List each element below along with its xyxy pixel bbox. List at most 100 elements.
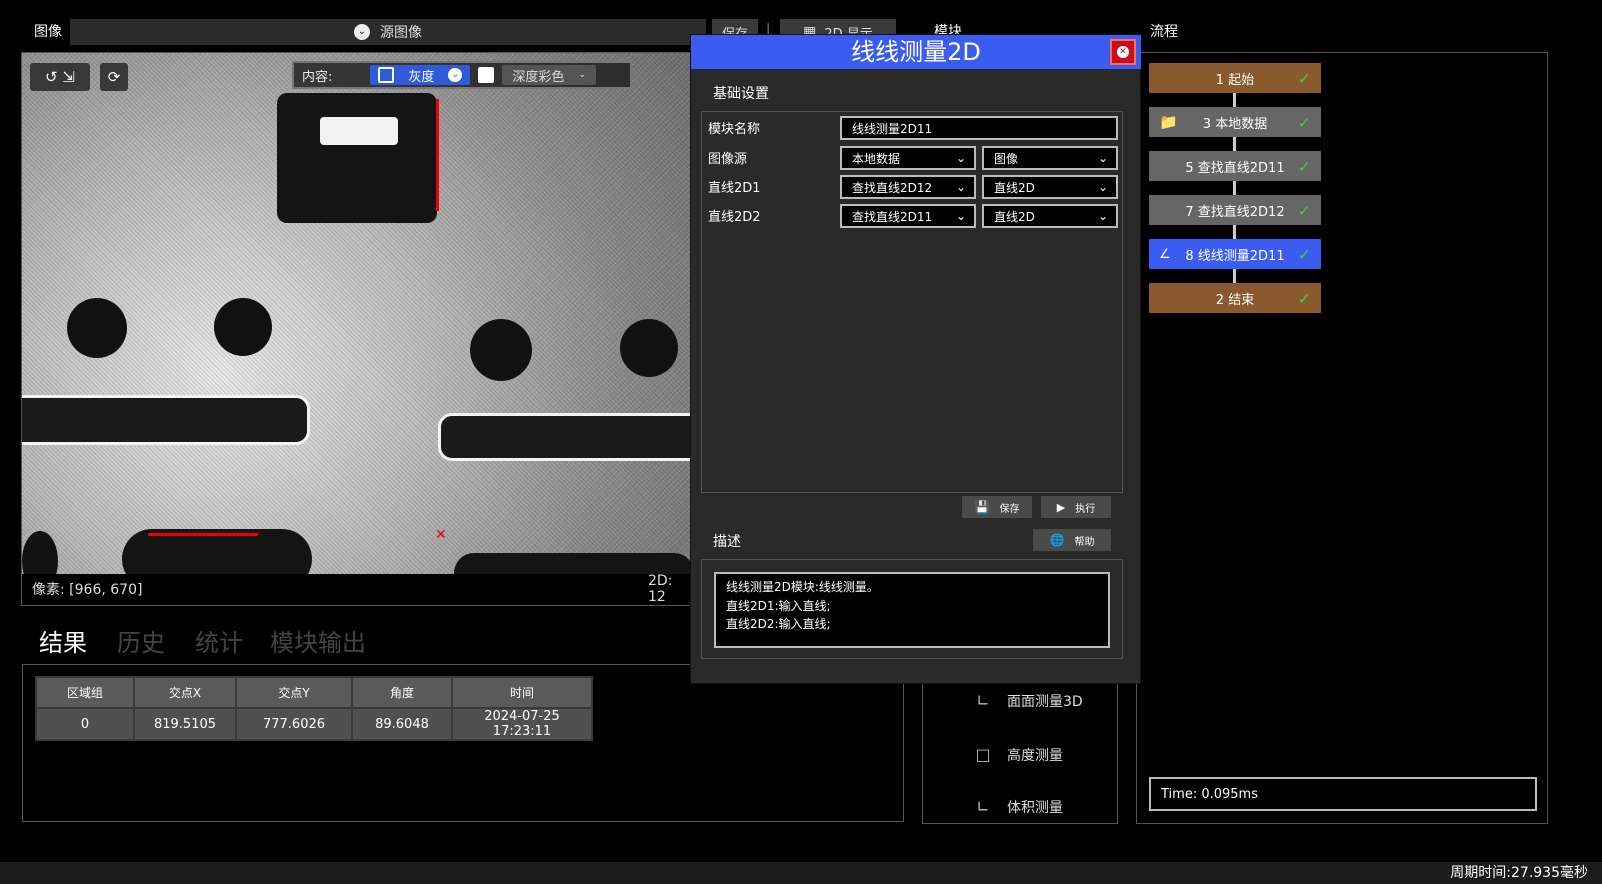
module-item[interactable]: ∟ 面面测量3D <box>973 691 1083 711</box>
module-name-input[interactable]: 线线测量2D11 <box>840 116 1118 140</box>
viewport-info-bar: 像素: [966, 670] 2D: 12 <box>22 573 692 605</box>
table-cell: 0 <box>35 707 135 741</box>
folder-icon: 📁 <box>1159 113 1178 131</box>
line2-output-select[interactable]: 直线2D ⌄ <box>982 204 1118 228</box>
depth-color-checkbox[interactable] <box>478 67 495 83</box>
check-icon: ✓ <box>1297 244 1311 264</box>
inspection-image: ✕ <box>22 53 704 593</box>
results-panel: 区域组 交点X 交点Y 角度 时间 0 819.5105 777.6026 89… <box>22 664 904 822</box>
results-table: 区域组 交点X 交点Y 角度 时间 0 819.5105 777.6026 89… <box>35 676 593 741</box>
line2-label: 直线2D2 <box>708 210 761 225</box>
select-value: 查找直线2D11 <box>852 209 933 224</box>
description-box: 线线测量2D模块:线线测量。 直线2D1:输入直线; 直线2D2:输入直线; <box>701 559 1123 659</box>
refresh-icon[interactable]: ⟳ <box>100 63 128 91</box>
settings-form: 模块名称 线线测量2D11 图像源 本地数据 ⌄ 图像 ⌄ 直线2D1 查找直线… <box>701 111 1123 493</box>
intersection-marker-icon: ✕ <box>435 527 447 543</box>
description-line: 线线测量2D模块:线线测量。 <box>726 580 879 594</box>
check-icon: ✓ <box>1297 68 1311 88</box>
module-label: 体积测量 <box>1007 800 1063 816</box>
execute-label: 执行 <box>1075 503 1096 515</box>
pixel-readout: 像素: [966, 670] <box>32 582 143 598</box>
flow-node-end[interactable]: 2 结束 ✓ <box>1149 283 1321 313</box>
module-label: 面面测量3D <box>1007 694 1083 710</box>
flow-node-local-data[interactable]: 📁 3 本地数据 ✓ <box>1149 107 1321 137</box>
image-source-module-select[interactable]: 本地数据 ⌄ <box>840 146 976 170</box>
select-value: 直线2D <box>994 180 1035 195</box>
chevron-down-icon: ⌄ <box>578 70 586 80</box>
play-icon: ▶ <box>1056 500 1066 514</box>
tab-history[interactable]: 历史 <box>117 623 165 658</box>
flow-panel: 1 起始 ✓ 📁 3 本地数据 ✓ 5 查找直线2D11 ✓ 7 查找直线2D1… <box>1136 52 1548 824</box>
line-measure-dialog: 线线测量2D ✕ 基础设置 模块名称 线线测量2D11 图像源 本地数据 ⌄ 图… <box>690 34 1141 684</box>
chevron-down-icon: ⌄ <box>955 151 966 165</box>
module-name-label: 模块名称 <box>708 122 761 137</box>
image-source-select[interactable]: ⌄ 源图像 <box>70 19 706 45</box>
volume-measure-icon: ∟ <box>976 797 990 816</box>
select-value: 查找直线2D12 <box>852 180 933 195</box>
check-icon: ✓ <box>1297 200 1311 220</box>
execute-button[interactable]: ▶ 执行 <box>1041 496 1111 518</box>
line1-output-select[interactable]: 直线2D ⌄ <box>982 175 1118 199</box>
description-line: 直线2D2:输入直线; <box>726 617 831 631</box>
col-header: 区域组 <box>35 676 135 709</box>
flow-node-label: 5 查找直线2D11 <box>1185 160 1285 176</box>
module-item[interactable]: ∟ 体积测量 <box>973 797 1063 817</box>
col-header: 角度 <box>351 676 453 709</box>
chevron-down-icon: ⌄ <box>955 180 966 194</box>
gray-checkbox[interactable] <box>378 67 395 83</box>
check-icon: ✓ <box>1297 112 1311 132</box>
tab-statistics[interactable]: 统计 <box>195 623 243 658</box>
line-2d-vertical <box>436 99 439 211</box>
flow-node-start[interactable]: 1 起始 ✓ <box>1149 63 1321 93</box>
select-value: 图像 <box>994 151 1019 166</box>
chevron-down-icon: ⌄ <box>354 24 370 40</box>
select-value: 本地数据 <box>852 151 901 166</box>
flow-node-label: 2 结束 <box>1215 292 1255 308</box>
check-icon: ✓ <box>1297 288 1311 308</box>
gray-mode-select[interactable]: 灰度 ⌄ <box>370 65 471 85</box>
save-button[interactable]: 💾 保存 <box>962 496 1032 518</box>
dialog-title: 线线测量2D <box>691 35 1141 69</box>
image-source-output-select[interactable]: 图像 ⌄ <box>982 146 1118 170</box>
angle-icon: ∠ <box>1159 246 1171 262</box>
module-label: 高度测量 <box>1007 748 1063 764</box>
tab-module-output[interactable]: 模块输出 <box>270 623 366 658</box>
depth-color-select[interactable]: 深度彩色 ⌄ <box>502 65 596 85</box>
close-button[interactable]: ✕ <box>1110 39 1136 65</box>
table-cell: 89.6048 <box>351 707 453 741</box>
table-cell: 777.6026 <box>235 707 353 741</box>
table-cell: 819.5105 <box>133 707 237 741</box>
line2-module-select[interactable]: 查找直线2D11 ⌄ <box>840 204 976 228</box>
description-line: 直线2D1:输入直线; <box>726 598 831 613</box>
table-cell: 2024-07-25 17:23:11 <box>451 707 593 741</box>
face-measure-icon: ∟ <box>976 691 990 710</box>
image-label: 图像 <box>34 24 62 40</box>
save-icon: 💾 <box>974 500 990 514</box>
description-text: 线线测量2D模块:线线测量。 直线2D1:输入直线; 直线2D2:输入直线; <box>714 572 1110 648</box>
basic-settings-title: 基础设置 <box>713 86 769 102</box>
line1-label: 直线2D1 <box>708 181 761 196</box>
line1-module-select[interactable]: 查找直线2D12 ⌄ <box>840 175 976 199</box>
description-title: 描述 <box>713 534 741 550</box>
table-row[interactable]: 0 819.5105 777.6026 89.6048 2024-07-25 1… <box>35 707 593 741</box>
image-viewport[interactable]: ✕ ↺ ⇲ ⟳ 内容: 灰度 ⌄ 深度彩色 ⌄ 像素: [966, 670] 2… <box>21 52 705 606</box>
flow-node-find-line-12[interactable]: 7 查找直线2D12 ✓ <box>1149 195 1321 225</box>
help-button[interactable]: 🌐 帮助 <box>1033 529 1111 551</box>
flow-node-line-measure[interactable]: ∠ 8 线线测量2D11 ✓ <box>1149 239 1321 269</box>
flow-node-find-line-11[interactable]: 5 查找直线2D11 ✓ <box>1149 151 1321 181</box>
gray-label: 灰度 <box>408 69 435 85</box>
image-source-value: 源图像 <box>380 25 422 41</box>
module-item[interactable]: □ 高度测量 <box>973 745 1063 765</box>
check-icon: ✓ <box>1297 156 1311 176</box>
chevron-down-icon: ⌄ <box>1097 180 1108 194</box>
close-icon: ✕ <box>1117 46 1129 58</box>
save-label: 保存 <box>999 503 1020 515</box>
fit-view-icon[interactable]: ↺ ⇲ <box>30 63 90 91</box>
flow-node-label: 8 线线测量2D11 <box>1185 248 1285 264</box>
col-header: 交点X <box>133 676 237 709</box>
cycle-time: 周期时间:27.935毫秒 <box>1450 865 1588 881</box>
flow-node-label: 7 查找直线2D12 <box>1185 204 1285 220</box>
depth-color-label: 深度彩色 <box>512 69 565 85</box>
tab-results[interactable]: 结果 <box>39 623 87 658</box>
status-bar: 周期时间:27.935毫秒 <box>0 862 1602 884</box>
